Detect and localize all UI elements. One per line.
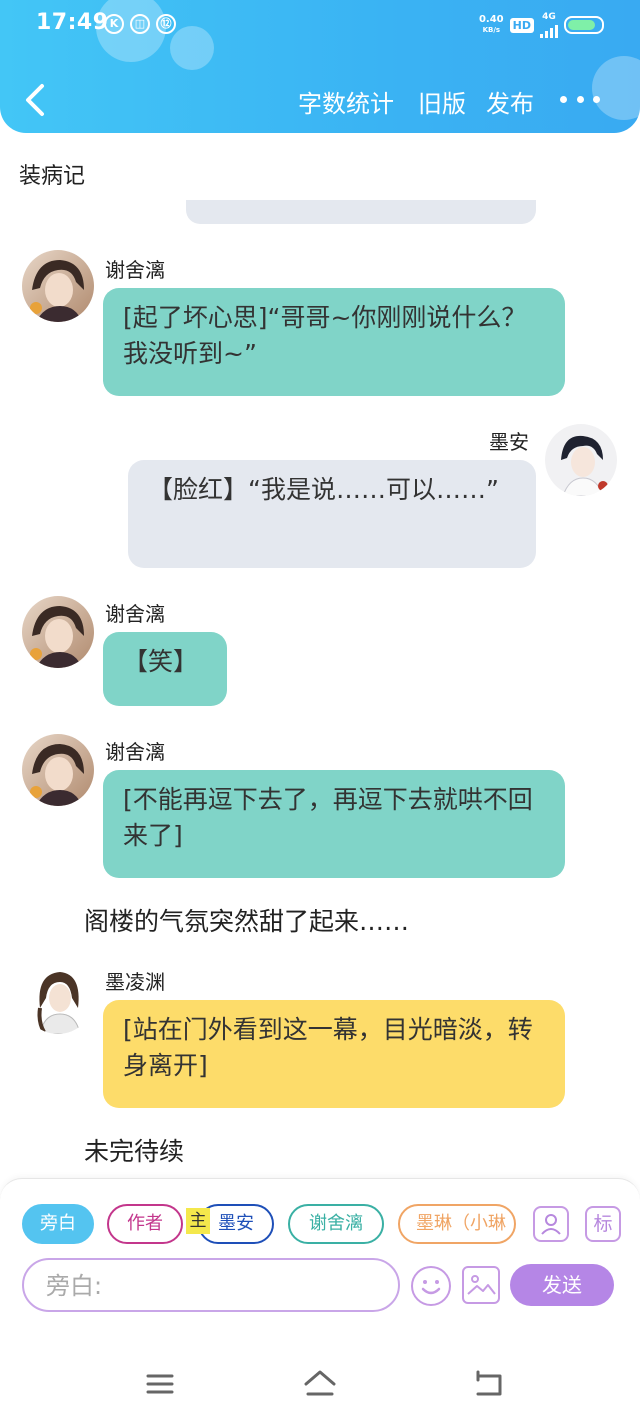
character-avatar-icon: [22, 962, 94, 1034]
network-type: 4G: [542, 11, 556, 22]
network-speed: 0.40 KB/s: [479, 15, 504, 35]
avatar[interactable]: [22, 250, 94, 322]
status-bar: 17:49 K ◫ ⑫ 0.40 KB/s HD 4G: [0, 0, 640, 50]
emoji-button[interactable]: [411, 1266, 451, 1306]
status-right: 0.40 KB/s HD 4G: [479, 11, 604, 38]
narration-text[interactable]: 未完待续: [84, 1132, 184, 1168]
message-bubble[interactable]: 【笑】: [103, 632, 227, 706]
main-character-badge: 主: [186, 1208, 210, 1234]
message-bubble[interactable]: [起了坏心思]“哥哥~你刚刚说什么？我没听到~”: [103, 288, 565, 396]
character-avatar-icon: [22, 250, 94, 322]
word-count-button[interactable]: 字数统计: [298, 84, 394, 119]
avatar[interactable]: [22, 962, 94, 1034]
image-icon: [467, 1275, 496, 1295]
message-bubble[interactable]: 【脸红】“我是说……可以……”: [128, 460, 536, 568]
document-title: 装病记: [19, 164, 86, 189]
more-dots-icon: [560, 95, 567, 103]
back-system-button[interactable]: [468, 1364, 508, 1404]
message-input-box[interactable]: [22, 1258, 400, 1312]
send-button[interactable]: 发送: [510, 1264, 614, 1306]
role-chip-molin[interactable]: 墨琳（小琳: [398, 1204, 516, 1244]
tag-button[interactable]: 标: [585, 1206, 621, 1242]
speaker-name: 墨凌渊: [105, 970, 165, 994]
role-chip-xieshe[interactable]: 谢舍漓: [288, 1204, 384, 1244]
nav-bar: 字数统计 旧版 发布: [0, 70, 640, 130]
avatar[interactable]: [545, 424, 617, 496]
message-bubble[interactable]: [站在门外看到这一幕，目光暗淡，转身离开]: [103, 1000, 565, 1108]
narration-text[interactable]: 阁楼的气氛突然甜了起来……: [84, 902, 409, 938]
menu-icon: [146, 1374, 174, 1394]
speaker-name: 谢舍漓: [105, 602, 165, 626]
status-gallery-icon: ◫: [130, 14, 150, 34]
chevron-left-icon: [26, 84, 44, 116]
status-notify-icon: ⑫: [156, 14, 176, 34]
role-chip-narration[interactable]: 旁白: [22, 1204, 94, 1244]
battery-icon: [564, 16, 604, 34]
speaker-name: 墨安: [489, 430, 529, 454]
speaker-name: 谢舍漓: [105, 740, 165, 764]
smiley-icon: [421, 1280, 441, 1295]
message-input[interactable]: [46, 1268, 376, 1304]
system-navigation-bar: [0, 1348, 640, 1422]
status-time: 17:49: [36, 10, 109, 35]
character-avatar-icon: [22, 596, 94, 668]
old-version-button[interactable]: 旧版: [418, 84, 466, 119]
image-button[interactable]: [462, 1266, 500, 1304]
signal-icon: 4G: [540, 11, 558, 38]
speed-unit: KB/s: [482, 26, 501, 34]
more-button[interactable]: [560, 84, 600, 114]
speaker-name: 谢舍漓: [105, 258, 165, 282]
character-avatar-icon: [545, 424, 617, 496]
publish-button[interactable]: 发布: [486, 84, 534, 119]
character-avatar-icon: [22, 734, 94, 806]
speed-value: 0.40: [478, 14, 504, 25]
avatar[interactable]: [22, 596, 94, 668]
user-profile-icon: [541, 1214, 561, 1235]
role-chip-author[interactable]: 作者: [107, 1204, 183, 1244]
home-icon: [304, 1370, 336, 1396]
back-button[interactable]: [16, 78, 60, 122]
hd-icon: HD: [509, 17, 534, 33]
message-bubble[interactable]: [不能再逗下去了，再逗下去就哄不回来了]: [103, 770, 565, 878]
character-manage-button[interactable]: [533, 1206, 569, 1242]
status-k-icon: K: [104, 14, 124, 34]
menu-button[interactable]: [140, 1364, 180, 1404]
app-header: 17:49 K ◫ ⑫ 0.40 KB/s HD 4G 字数统计 旧版 发布: [0, 0, 640, 133]
return-icon: [476, 1370, 502, 1396]
home-button[interactable]: [300, 1364, 340, 1404]
previous-message-bubble[interactable]: [186, 200, 536, 224]
avatar[interactable]: [22, 734, 94, 806]
